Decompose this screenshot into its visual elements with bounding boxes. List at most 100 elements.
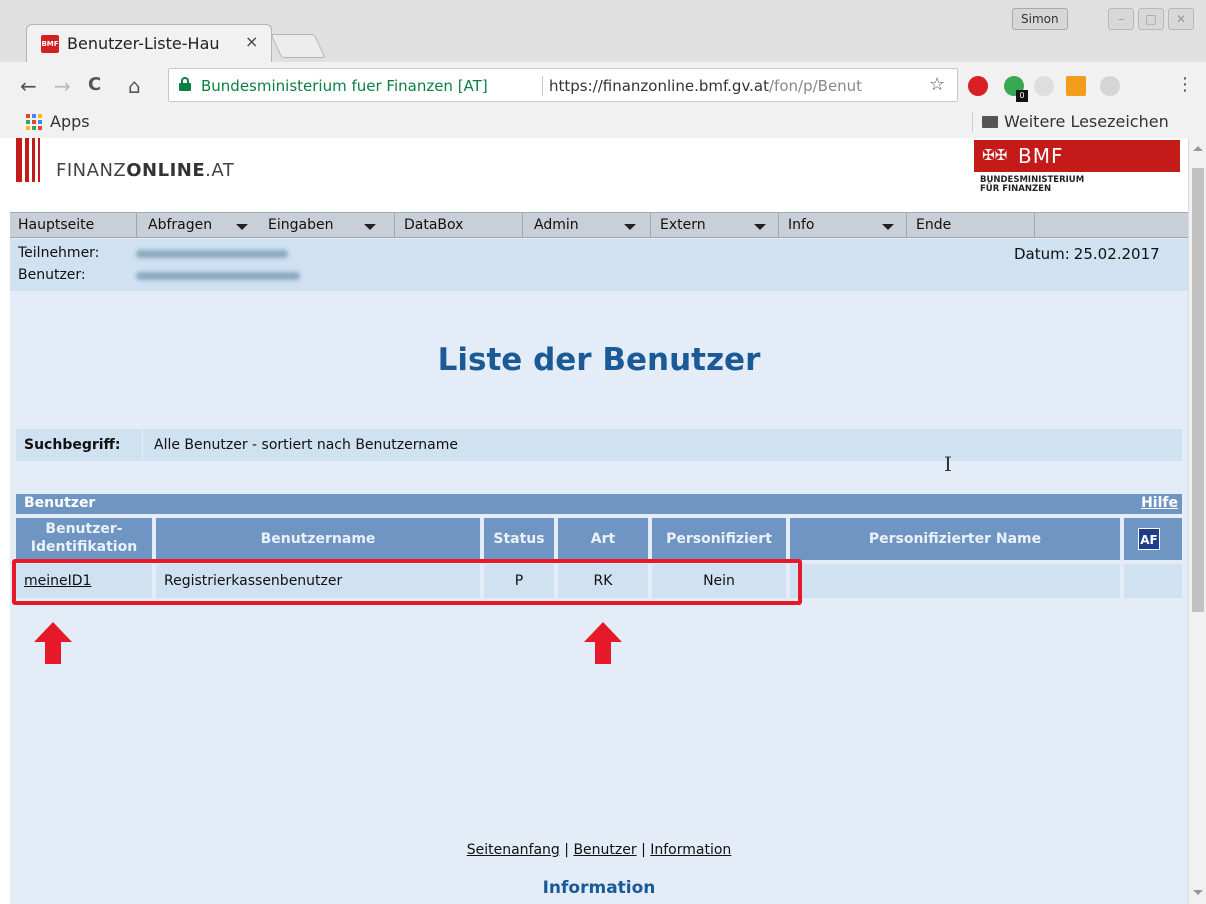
shield-icon[interactable]	[1100, 76, 1120, 96]
adblock-icon[interactable]	[968, 76, 988, 96]
url-separator	[542, 76, 543, 96]
bmf-logo[interactable]: ✠✠ BMF	[974, 140, 1180, 172]
scrollbar-thumb[interactable]	[1192, 168, 1204, 612]
bmf-favicon-icon: BMF	[41, 35, 59, 53]
chevron-down-icon[interactable]	[364, 224, 376, 230]
bookmark-star-icon[interactable]: ☆	[929, 74, 945, 95]
nav-extern[interactable]: Extern	[660, 217, 706, 233]
teilnehmer-label: Teilnehmer:	[18, 245, 100, 261]
annotation-arrow-up-icon	[34, 622, 72, 664]
close-tab-icon[interactable]: ×	[245, 32, 258, 51]
nav-eingaben[interactable]: Eingaben	[268, 217, 333, 233]
footer-link-information[interactable]: Information	[650, 842, 731, 858]
benutzer-value-redacted	[136, 272, 300, 280]
scroll-down-icon[interactable]	[1193, 890, 1203, 895]
nav-ende[interactable]: Ende	[916, 217, 951, 233]
nav-divider	[136, 213, 137, 237]
url-text: https://finanzonline.bmf.gv.at/fon/p/Ben…	[549, 77, 919, 95]
column-header-art[interactable]: Art	[558, 518, 648, 560]
chart-icon[interactable]	[1066, 76, 1086, 96]
benutzer-label: Benutzer:	[18, 267, 86, 283]
footer-link-seitenanfang[interactable]: Seitenanfang	[467, 842, 560, 858]
table-title: Benutzer	[24, 495, 96, 511]
chevron-down-icon[interactable]	[624, 224, 636, 230]
information-section-title: Information	[542, 878, 656, 898]
footer-links: Seitenanfang | Benutzer | Information	[10, 842, 1188, 858]
nav-divider	[1034, 213, 1035, 237]
home-icon[interactable]: ⌂	[128, 74, 141, 98]
nav-divider	[394, 213, 395, 237]
date-display: Datum: 25.02.2017	[1014, 245, 1160, 263]
column-header-personifiziert[interactable]: Personifiziert	[652, 518, 786, 560]
url-path: /fon/p/Benut	[769, 77, 863, 95]
column-header-personifizierter-name[interactable]: Personifizierter Name	[790, 518, 1120, 560]
teilnehmer-value-redacted	[136, 250, 288, 258]
bookmarks-bar: Apps Weitere Lesezeichen	[0, 108, 1206, 138]
finanzonline-logo-text[interactable]: FINANZONLINE.AT	[56, 160, 234, 181]
reload-icon[interactable]: C	[88, 74, 101, 95]
page-title: Liste der Benutzer	[437, 342, 761, 378]
browser-tab[interactable]: BMF Benutzer-Liste-Hau ×	[26, 24, 272, 62]
column-header-name[interactable]: Benutzername	[156, 518, 480, 560]
lock-icon	[179, 77, 191, 91]
url-scheme: https://	[549, 77, 603, 95]
tab-title: Benutzer-Liste-Hau	[67, 34, 220, 53]
footer-separator: |	[564, 842, 569, 858]
nav-databox[interactable]: DataBox	[404, 217, 463, 233]
nav-info[interactable]: Info	[788, 217, 815, 233]
nav-divider	[522, 213, 523, 237]
back-icon[interactable]: ←	[20, 74, 37, 98]
url-host: finanzonline.bmf.gv.at	[602, 77, 769, 95]
forward-icon[interactable]: →	[54, 74, 71, 98]
footer-separator: |	[641, 842, 646, 858]
minimize-icon[interactable]: –	[1108, 8, 1134, 30]
nav-divider	[778, 213, 779, 237]
nav-hauptseite[interactable]: Hauptseite	[18, 217, 94, 233]
session-info: Teilnehmer: Benutzer: Datum: 25.02.2017	[10, 239, 1188, 291]
other-bookmarks[interactable]: Weitere Lesezeichen	[1004, 112, 1169, 131]
bookmarks-separator	[972, 112, 973, 132]
search-criteria-row: Suchbegriff: Alle Benutzer - sortiert na…	[16, 429, 1182, 461]
row-action-cell	[1124, 564, 1182, 598]
bmf-logo-label: BMF	[1018, 144, 1064, 168]
maximize-icon[interactable]: □	[1138, 8, 1164, 30]
main-navigation: Hauptseite Abfragen Eingaben DataBox Adm…	[10, 212, 1188, 238]
address-bar[interactable]: Bundesministerium fuer Finanzen [AT] htt…	[168, 68, 958, 102]
annotation-arrow-up-icon	[584, 622, 622, 664]
nav-abfragen[interactable]: Abfragen	[148, 217, 212, 233]
profile-button[interactable]: Simon	[1012, 8, 1068, 30]
apps-bookmark[interactable]: Apps	[50, 112, 90, 131]
annotation-highlight-box	[12, 559, 802, 605]
chevron-down-icon[interactable]	[754, 224, 766, 230]
tab-strip: BMF Benutzer-Liste-Hau × Simon – □ ✕	[0, 0, 1206, 62]
column-header-status[interactable]: Status	[484, 518, 554, 560]
bmf-subtitle: BUNDESMINISTERIUM FÜR FINANZEN	[980, 175, 1085, 194]
bmf-eagle-icon: ✠✠	[982, 146, 1008, 164]
column-header-id[interactable]: Benutzer- Identifikation	[16, 518, 152, 560]
extension-icon[interactable]	[1034, 76, 1054, 96]
scroll-up-icon[interactable]	[1193, 146, 1203, 151]
folder-icon	[982, 116, 998, 128]
text-cursor-icon: I	[944, 452, 952, 476]
search-label: Suchbegriff:	[24, 437, 121, 453]
nav-divider	[650, 213, 651, 237]
new-tab-button[interactable]	[270, 34, 326, 58]
nav-divider	[906, 213, 907, 237]
table-title-bar: Benutzer Hilfe	[16, 494, 1182, 514]
nav-admin[interactable]: Admin	[534, 217, 579, 233]
finanzonline-logo-icon[interactable]	[16, 138, 46, 182]
footer-link-benutzer[interactable]: Benutzer	[573, 842, 636, 858]
site-owner-label: Bundesministerium fuer Finanzen [AT]	[201, 77, 488, 95]
site-header: FINANZONLINE.AT ✠✠ BMF BUNDESMINISTERIUM…	[10, 138, 1188, 212]
browser-chrome: BMF Benutzer-Liste-Hau × Simon – □ ✕ ← →…	[0, 0, 1206, 138]
apps-grid-icon[interactable]	[26, 114, 42, 130]
chevron-down-icon[interactable]	[236, 224, 248, 230]
personifizierter-name-cell	[790, 564, 1120, 598]
close-window-icon[interactable]: ✕	[1168, 8, 1194, 30]
extension-badge: 0	[1016, 90, 1028, 102]
browser-menu-icon[interactable]: ⋮	[1176, 74, 1194, 95]
page-scrollbar[interactable]	[1188, 138, 1206, 904]
filter-icon[interactable]: AF	[1138, 528, 1160, 550]
chevron-down-icon[interactable]	[882, 224, 894, 230]
help-link[interactable]: Hilfe	[1141, 495, 1178, 511]
